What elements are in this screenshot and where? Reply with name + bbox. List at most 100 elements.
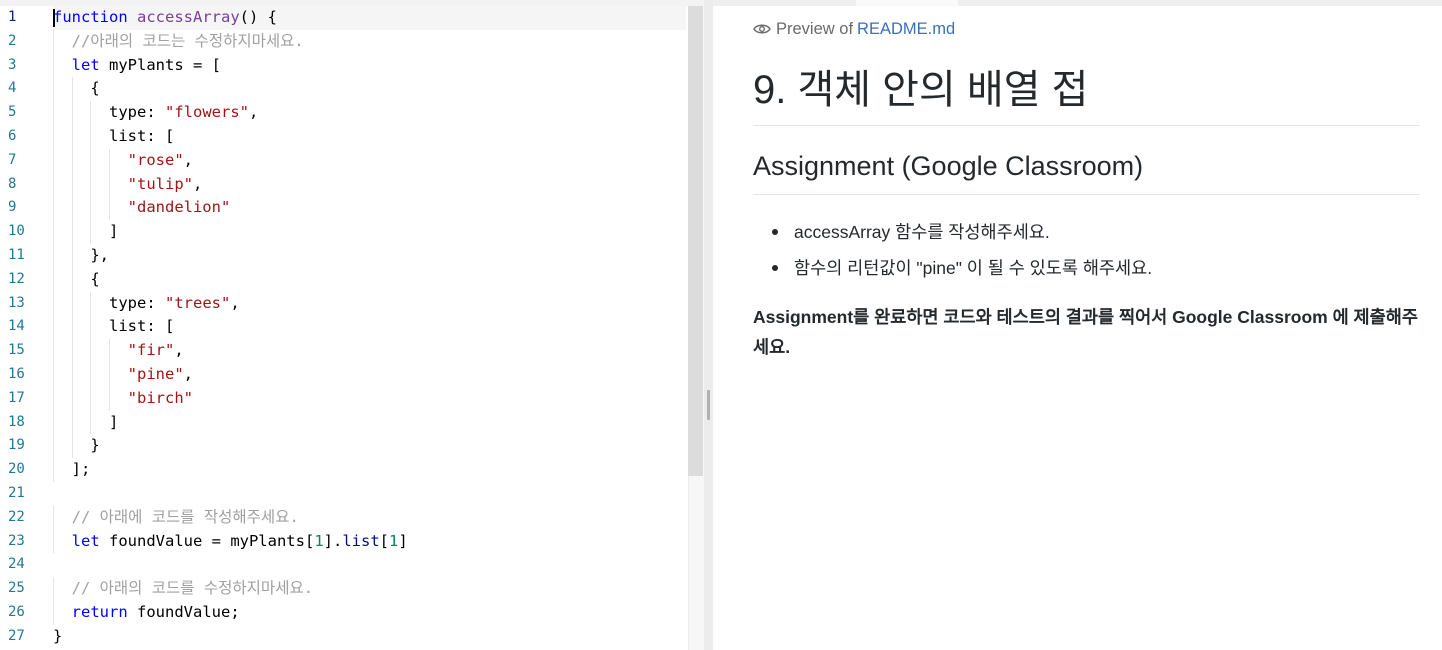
indent-guide	[90, 148, 92, 173]
code-line[interactable]: type: "flowers",	[53, 101, 686, 125]
preview-tab-active[interactable]	[856, 0, 958, 6]
indent-guide	[53, 434, 54, 459]
indent-guide	[109, 172, 111, 197]
preview-header: Preview of README.md	[753, 17, 955, 41]
pane-splitter[interactable]	[704, 0, 713, 650]
code-token: [	[379, 531, 389, 550]
splitter-grip[interactable]	[707, 390, 710, 420]
code-token-cmt: // 아래의 코드를 수정하지마세요.	[71, 579, 314, 598]
code-token: {	[53, 269, 100, 288]
code-line[interactable]: ]	[53, 220, 686, 244]
code-line[interactable]: type: "trees",	[53, 291, 686, 316]
code-line[interactable]: }	[53, 625, 686, 649]
code-line[interactable]: list: [	[53, 315, 686, 340]
line-number: 15	[8, 342, 25, 359]
task-list: accessArray 함수를 작성해주세요. 함수의 리턴값이 "pine" …	[753, 214, 1420, 286]
code-line[interactable]: }	[53, 434, 686, 459]
bullet-icon	[772, 229, 778, 235]
readme-link[interactable]: README.md	[857, 17, 955, 41]
code-token-kw: return	[71, 602, 128, 621]
indent-guide	[53, 600, 54, 625]
editor-scrollbar-thumb[interactable]	[688, 6, 703, 476]
indent-guide	[53, 29, 54, 54]
code-area[interactable]: function accessArray() { //아래의 코드는 수정하지마…	[53, 6, 686, 649]
code-line[interactable]: //아래의 코드는 수정하지마세요.	[53, 29, 686, 54]
line-number: 10	[8, 223, 25, 240]
code-token-prop: list	[342, 531, 380, 550]
line-number: 6	[8, 127, 17, 144]
code-editor[interactable]: 1 2 3 4 5 6 7 8 9 10 11 12 13 14 15 16 17 18 19 20 21 22 23 24 2…	[0, 0, 704, 650]
indent-guide	[71, 362, 73, 387]
line-number: 18	[8, 413, 25, 430]
code-line[interactable]: },	[53, 243, 686, 268]
code-token-cmt: // 아래에 코드를 작성해주세요.	[71, 507, 299, 526]
indent-guide	[53, 386, 54, 411]
indent-guide	[90, 172, 92, 197]
code-line[interactable]: ];	[53, 458, 686, 482]
code-line[interactable]	[53, 482, 686, 506]
indent-guide	[53, 101, 54, 125]
line-number: 12	[8, 270, 25, 287]
indent-guide	[53, 267, 54, 292]
code-token: ,	[183, 150, 193, 169]
code-line[interactable]: {	[53, 77, 686, 102]
indent-guide	[53, 458, 54, 482]
indent-guide	[71, 77, 73, 102]
code-line[interactable]: "birch"	[53, 386, 686, 411]
code-token: }	[53, 626, 63, 645]
indent-guide	[90, 410, 92, 435]
code-line[interactable]: list: [	[53, 124, 686, 149]
code-token: ]	[398, 531, 408, 550]
code-line[interactable]: return foundValue;	[53, 600, 686, 625]
code-line[interactable]: ]	[53, 410, 686, 435]
code-line[interactable]: function accessArray() {	[53, 6, 686, 30]
indent-guide	[90, 339, 92, 363]
code-token: ]	[53, 412, 119, 431]
indent-guide	[109, 386, 111, 411]
code-line[interactable]: "rose",	[53, 148, 686, 173]
code-token-str: "trees"	[165, 293, 231, 312]
indent-guide	[71, 196, 73, 221]
code-token: }	[53, 436, 100, 455]
code-line[interactable]: "fir",	[53, 339, 686, 363]
preview-prefix: Preview of	[776, 20, 854, 38]
indent-guide	[53, 243, 54, 268]
list-item-text: 함수의 리턴값이 "pine" 이 될 수 있도록 해주세요.	[794, 258, 1153, 278]
indent-guide	[71, 410, 73, 435]
code-line[interactable]: // 아래의 코드를 수정하지마세요.	[53, 577, 686, 601]
code-line[interactable]: "pine",	[53, 362, 686, 387]
line-number: 2	[8, 32, 17, 49]
indent-guide	[71, 124, 73, 149]
code-line[interactable]: // 아래에 코드를 작성해주세요.	[53, 505, 686, 530]
indent-guide	[90, 362, 92, 387]
line-number: 22	[8, 508, 25, 525]
indent-guide	[109, 362, 111, 387]
indent-guide	[53, 529, 54, 554]
indent-guide	[53, 148, 54, 173]
code-line[interactable]: let foundValue = myPlants[1].list[1]	[53, 529, 686, 554]
code-token: ];	[53, 460, 91, 479]
indent-guide	[53, 77, 54, 102]
code-token: {	[53, 79, 100, 98]
code-line[interactable]: {	[53, 267, 686, 292]
indent-guide	[71, 172, 73, 197]
code-token-num: 1	[389, 531, 399, 550]
line-number: 26	[8, 603, 25, 620]
indent-guide	[71, 291, 73, 316]
code-token-str: "birch"	[127, 388, 193, 407]
indent-guide	[109, 196, 111, 221]
code-token: foundValue = myPlants[	[99, 531, 315, 550]
code-line[interactable]: "dandelion"	[53, 196, 686, 221]
code-line[interactable]: "tulip",	[53, 172, 686, 197]
code-line[interactable]: let myPlants = [	[53, 53, 686, 78]
line-number: 7	[8, 151, 17, 168]
indent-guide	[71, 434, 73, 459]
indent-guide	[109, 339, 111, 363]
code-line[interactable]	[53, 553, 686, 577]
code-token: ].	[323, 531, 343, 550]
